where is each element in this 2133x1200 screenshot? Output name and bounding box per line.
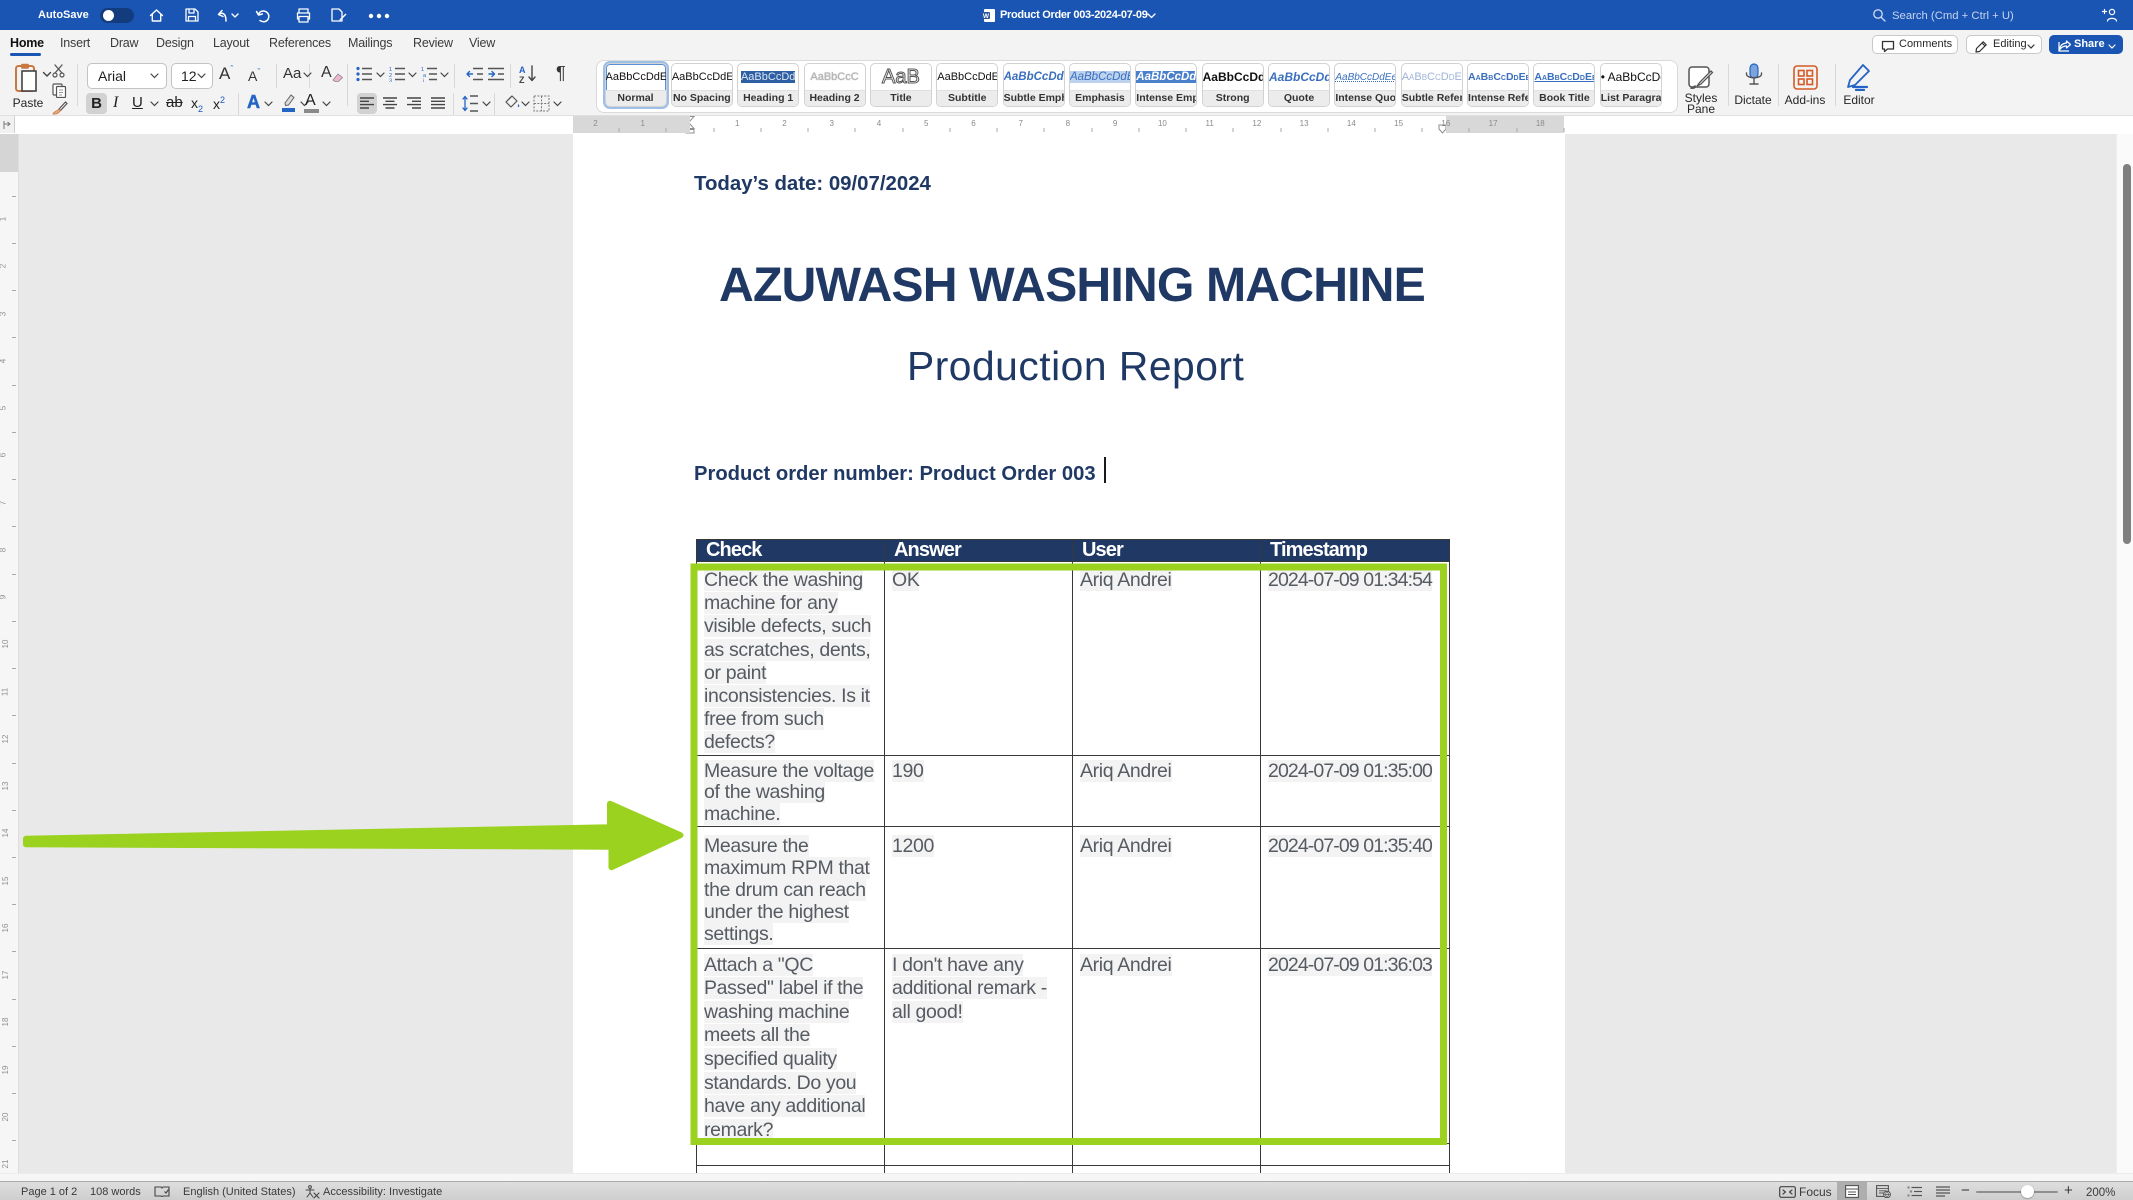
svg-text:Z: Z: [519, 75, 525, 84]
svg-text:A: A: [519, 65, 526, 75]
svg-text:W: W: [983, 13, 990, 20]
svg-text:i: i: [423, 79, 424, 83]
svg-text:3: 3: [389, 79, 392, 83]
